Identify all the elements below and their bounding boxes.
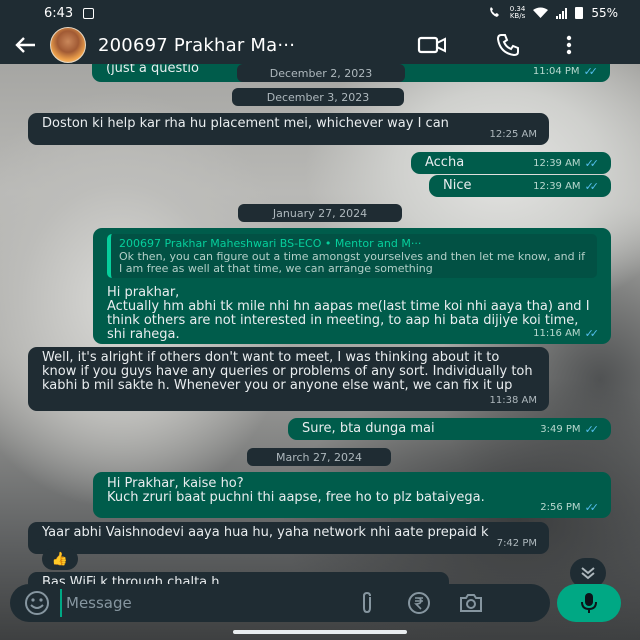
message-input[interactable] (60, 589, 330, 617)
read-ticks-icon: ✓✓ (584, 501, 600, 514)
message-time: 12:25 AM (489, 129, 537, 140)
message-incoming[interactable]: Doston ki help kar rha hu placement mei,… (28, 113, 549, 145)
message-time: 7:42 PM (496, 538, 537, 549)
message-outgoing[interactable]: Accha 12:39 AM ✓✓ (411, 152, 611, 174)
message-time: 12:39 AM (533, 181, 581, 192)
date-separator: December 3, 2023 (232, 88, 404, 106)
message-time: 11:04 PM (532, 66, 580, 77)
net-speed: 0.34 KB/s (509, 5, 526, 20)
attach-paperclip-icon[interactable] (352, 588, 382, 618)
message-time: 2:56 PM (540, 502, 581, 513)
quoted-text: Ok then, you can figure out a time among… (119, 250, 586, 275)
chat-header: 200697 Prakhar Ma··· (0, 26, 640, 64)
message-incoming[interactable]: Bas WiFi k through chalta h (28, 572, 449, 584)
message-time: 11:16 AM (533, 328, 581, 339)
read-ticks-icon: ✓✓ (583, 65, 599, 78)
message-text: Doston ki help kar rha hu placement mei,… (42, 116, 449, 131)
payment-rupee-icon[interactable] (404, 588, 434, 618)
voice-message-button[interactable] (557, 584, 621, 622)
compose-bar (10, 584, 550, 622)
contact-name[interactable]: 200697 Prakhar Ma··· (98, 35, 394, 56)
voice-call-icon[interactable] (488, 30, 528, 60)
date-separator: March 27, 2024 (247, 448, 391, 466)
wifi-icon (533, 7, 549, 18)
message-time: 11:38 AM (489, 395, 537, 406)
emoji-icon[interactable] (22, 588, 52, 618)
more-options-icon[interactable] (554, 30, 584, 60)
message-text: Sure, bta dunga mai (302, 421, 435, 436)
message-outgoing[interactable]: Nice 12:39 AM ✓✓ (429, 175, 611, 197)
message-time: 3:49 PM (540, 424, 581, 435)
notification-icon (83, 7, 95, 19)
message-incoming[interactable]: Yaar abhi Vaishnodevi aaya hua hu, yaha … (28, 522, 549, 554)
read-ticks-icon: ✓✓ (584, 157, 600, 170)
reaction-badge[interactable]: 👍 (42, 548, 78, 570)
message-text: (just a questio (106, 64, 199, 76)
gesture-nav-bar[interactable] (233, 630, 407, 634)
battery-percent: 55% (591, 6, 618, 20)
message-outgoing[interactable]: Hi Prakhar, kaise ho? Kuch zruri baat pu… (93, 472, 611, 518)
message-outgoing[interactable]: 200697 Prakhar Maheshwari BS-ECO • Mento… (93, 228, 611, 344)
message-text: Hi prakhar, Actually hm abhi tk mile nhi… (107, 285, 590, 342)
scroll-down-button[interactable] (570, 558, 606, 584)
signal-icon (556, 7, 568, 19)
read-ticks-icon: ✓✓ (584, 327, 600, 340)
message-text: Nice (443, 178, 472, 193)
message-text: Hi Prakhar, kaise ho? Kuch zruri baat pu… (107, 476, 485, 505)
message-outgoing[interactable]: Sure, bta dunga mai 3:49 PM ✓✓ (288, 418, 611, 440)
message-text: Well, it's alright if others don't want … (42, 350, 533, 393)
read-ticks-icon: ✓✓ (584, 180, 600, 193)
camera-icon[interactable] (456, 588, 486, 618)
status-time: 6:43 (44, 5, 74, 21)
double-chevron-down-icon (581, 567, 595, 580)
quoted-author: 200697 Prakhar Maheshwari BS-ECO • Mento… (119, 237, 422, 250)
video-call-icon[interactable] (412, 30, 452, 60)
date-separator: January 27, 2024 (238, 204, 402, 222)
wifi-call-icon (489, 7, 499, 17)
message-time: 12:39 AM (533, 158, 581, 169)
message-text: Bas WiFi k through chalta h (42, 575, 220, 585)
message-list[interactable]: (just a questio 11:04 PM ✓✓ December 2, 2… (0, 64, 640, 584)
contact-avatar[interactable] (50, 27, 86, 63)
message-text: Yaar abhi Vaishnodevi aaya hua hu, yaha … (42, 525, 489, 540)
message-incoming[interactable]: Well, it's alright if others don't want … (28, 347, 549, 411)
date-separator: December 2, 2023 (237, 64, 405, 82)
battery-icon (575, 7, 584, 19)
message-text: Accha (425, 155, 465, 170)
read-ticks-icon: ✓✓ (584, 423, 600, 436)
back-arrow-icon[interactable] (10, 30, 40, 60)
quoted-message[interactable]: 200697 Prakhar Maheshwari BS-ECO • Mento… (107, 234, 597, 278)
microphone-icon (581, 593, 597, 613)
status-bar: 6:43 0.34 KB/s 55% (0, 0, 640, 26)
